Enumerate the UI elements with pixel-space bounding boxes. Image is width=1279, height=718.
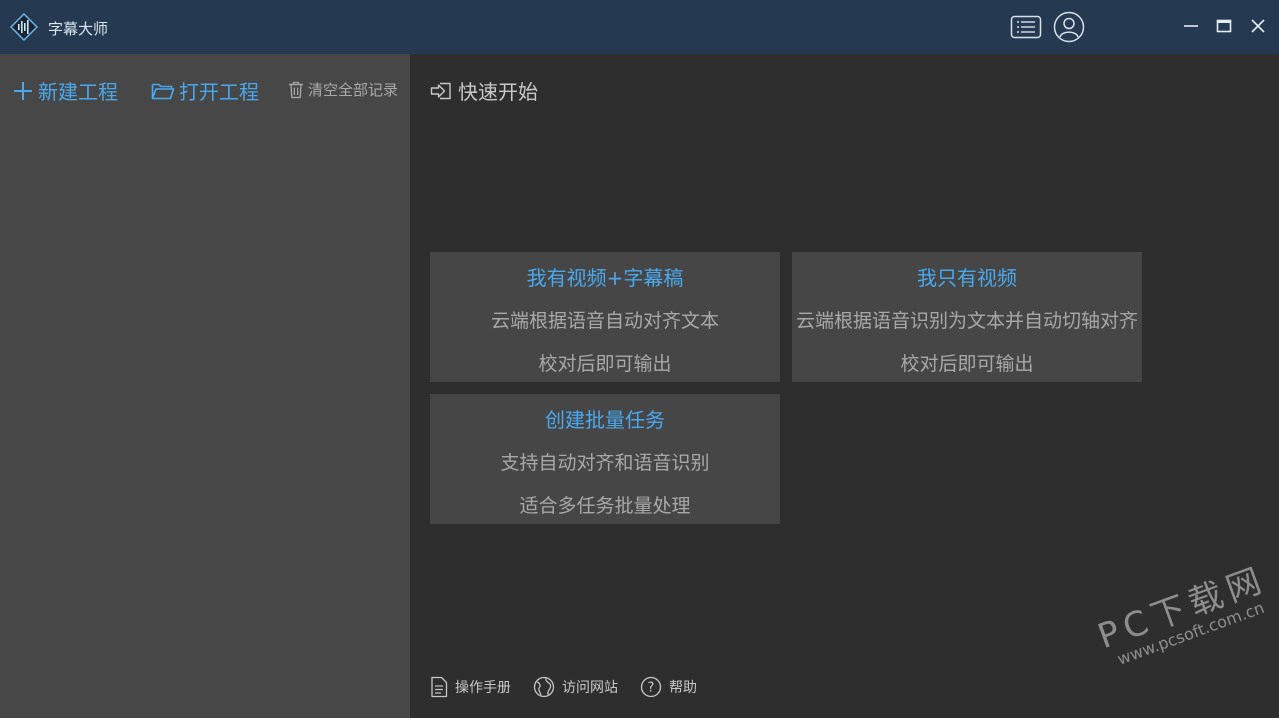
main-panel: 快速开始 我有视频+字幕稿 云端根据语音自动对齐文本 校对后即可输出 我只有视频… bbox=[410, 54, 1279, 718]
quick-start-header: 快速开始 bbox=[430, 76, 538, 105]
app-logo-icon bbox=[10, 13, 38, 41]
help-icon: ? bbox=[640, 676, 662, 698]
card-video-with-script[interactable]: 我有视频+字幕稿 云端根据语音自动对齐文本 校对后即可输出 bbox=[430, 252, 780, 382]
visit-website-link[interactable]: 访问网站 bbox=[533, 676, 618, 698]
card-note: 校对后即可输出 bbox=[538, 353, 672, 375]
trash-icon bbox=[289, 81, 303, 98]
list-menu-icon[interactable] bbox=[1010, 11, 1042, 43]
maximize-button[interactable] bbox=[1212, 14, 1236, 38]
manual-link[interactable]: 操作手册 bbox=[430, 676, 511, 698]
card-description: 云端根据语音识别为文本并自动切轴对齐 bbox=[795, 310, 1138, 332]
card-title: 我有视频+字幕稿 bbox=[526, 266, 684, 290]
app-title: 字幕大师 bbox=[48, 20, 109, 38]
clear-records-button[interactable]: 清空全部记录 bbox=[288, 79, 398, 100]
clear-records-label: 清空全部记录 bbox=[308, 81, 399, 99]
folder-icon bbox=[151, 83, 175, 99]
card-note: 校对后即可输出 bbox=[900, 353, 1034, 375]
footer-links: 操作手册 访问网站 ? 帮助 bbox=[430, 676, 719, 698]
card-video-only[interactable]: 我只有视频 云端根据语音识别为文本并自动切轴对齐 校对后即可输出 bbox=[792, 252, 1142, 382]
card-description: 云端根据语音自动对齐文本 bbox=[490, 310, 719, 332]
visit-website-label: 访问网站 bbox=[562, 680, 618, 696]
quick-start-title: 快速开始 bbox=[458, 80, 538, 104]
help-link[interactable]: ? 帮助 bbox=[640, 676, 697, 698]
user-account-icon[interactable] bbox=[1053, 11, 1085, 43]
new-project-button[interactable]: 新建工程 bbox=[12, 76, 118, 105]
card-note: 适合多任务批量处理 bbox=[519, 495, 691, 517]
title-bar: 字幕大师 bbox=[0, 0, 1279, 54]
open-project-button[interactable]: 打开工程 bbox=[151, 76, 259, 105]
new-project-label: 新建工程 bbox=[38, 80, 118, 104]
minimize-button[interactable] bbox=[1179, 14, 1203, 38]
open-project-label: 打开工程 bbox=[179, 80, 259, 104]
document-icon bbox=[431, 676, 448, 698]
globe-icon bbox=[533, 676, 555, 698]
card-title: 创建批量任务 bbox=[545, 408, 665, 432]
card-batch-task[interactable]: 创建批量任务 支持自动对齐和语音识别 适合多任务批量处理 bbox=[430, 394, 780, 524]
card-description: 支持自动对齐和语音识别 bbox=[500, 452, 710, 474]
sidebar: 新建工程 打开工程 清空全部记录 bbox=[0, 54, 410, 718]
app-window: 字幕大师 新建工程 打开工程 清空全部记录 快速开始 我有视频+字幕稿 云端根据… bbox=[0, 0, 1279, 718]
card-title: 我只有视频 bbox=[917, 266, 1017, 290]
plus-icon bbox=[14, 81, 32, 100]
enter-icon bbox=[430, 82, 451, 99]
close-button[interactable] bbox=[1246, 14, 1270, 38]
svg-text:?: ? bbox=[648, 681, 655, 696]
manual-label: 操作手册 bbox=[455, 680, 511, 696]
help-label: 帮助 bbox=[669, 680, 697, 696]
